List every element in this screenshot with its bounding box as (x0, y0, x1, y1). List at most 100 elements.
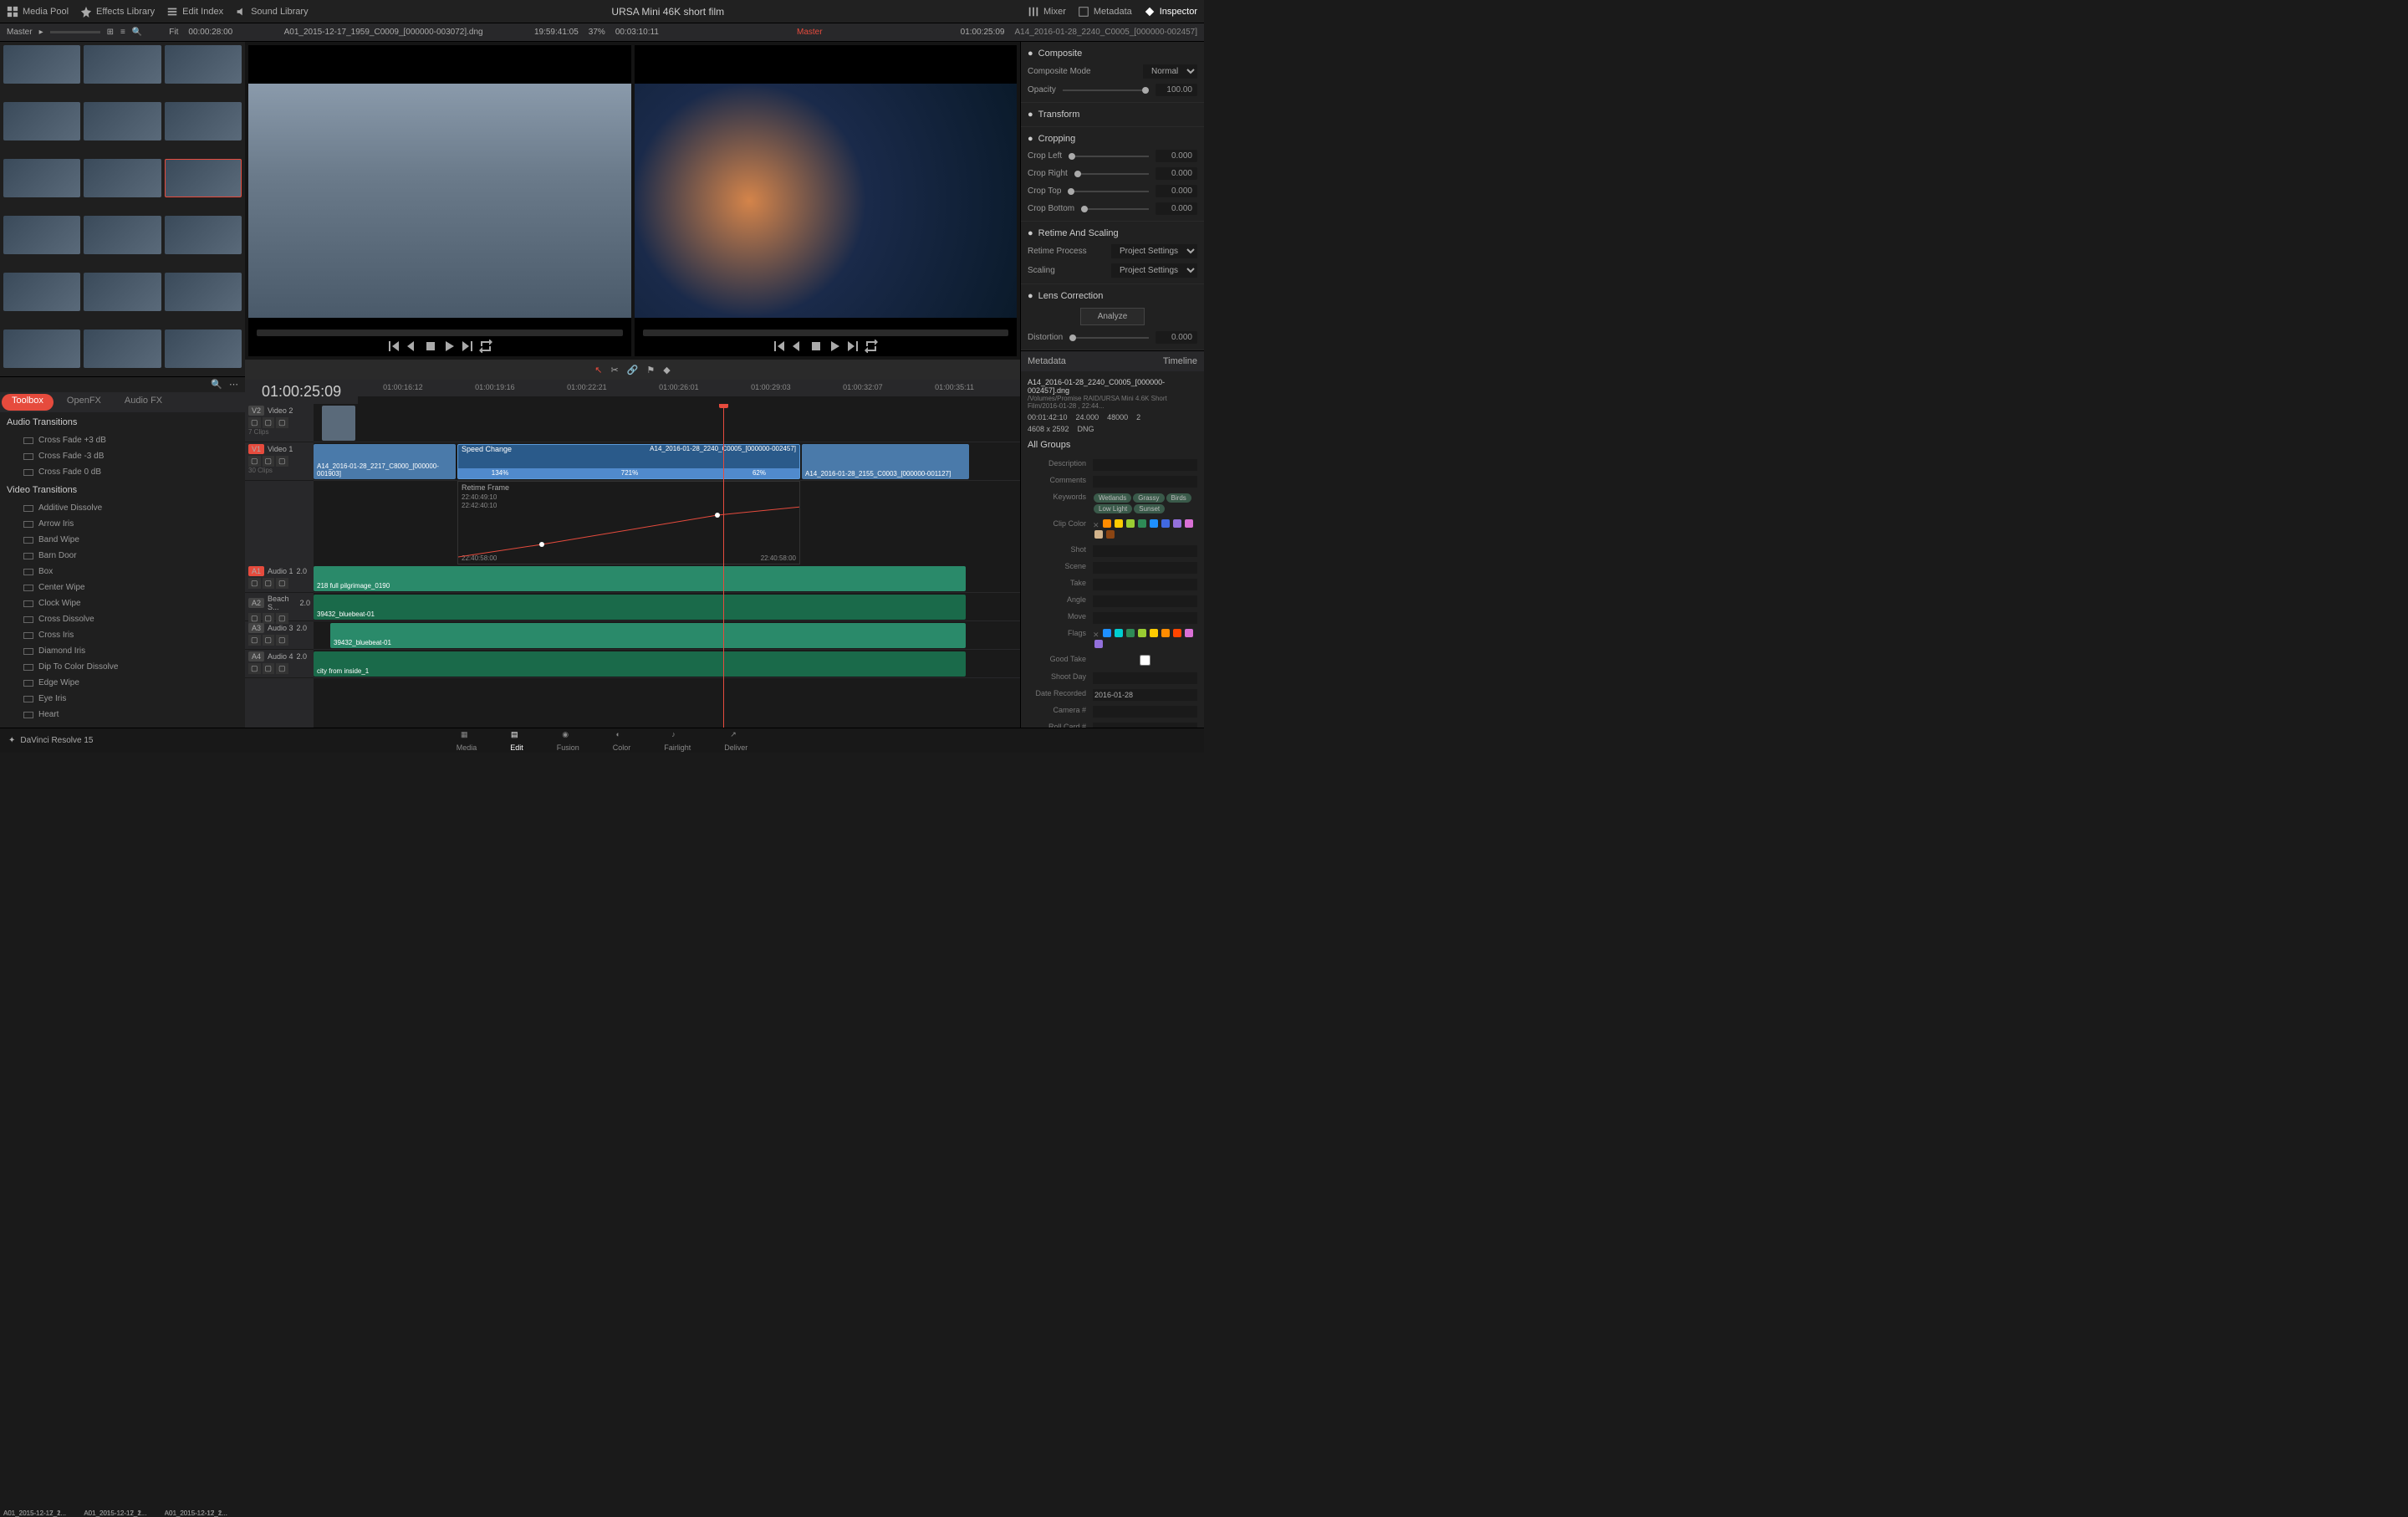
flag-swatch[interactable] (1150, 629, 1158, 637)
transition-item[interactable]: Diamond Iris (0, 643, 245, 659)
take-input[interactable] (1093, 579, 1197, 590)
src-next-icon[interactable] (461, 340, 474, 353)
crop-right-slider[interactable] (1074, 173, 1149, 175)
color-swatch[interactable] (1103, 519, 1111, 528)
page-color[interactable]: ◐Color (613, 730, 631, 752)
flag-swatch[interactable] (1094, 640, 1103, 648)
flag-swatch[interactable] (1185, 629, 1193, 637)
metadata-toggle[interactable]: Metadata (1078, 6, 1132, 18)
description-input[interactable] (1093, 459, 1197, 471)
track-a2[interactable]: 39432_bluebeat-01 (314, 593, 1020, 621)
flag-swatch[interactable] (1138, 629, 1146, 637)
transition-item[interactable]: Center Wipe (0, 580, 245, 595)
transition-item[interactable]: Additive Dissolve (0, 500, 245, 516)
retime-header[interactable]: ● Retime And Scaling (1028, 225, 1197, 242)
media-clip[interactable] (3, 273, 80, 311)
color-swatch[interactable] (1106, 530, 1115, 539)
clip-a4[interactable]: city from inside_1 (314, 651, 966, 677)
color-swatch[interactable] (1115, 519, 1123, 528)
scaling-select[interactable]: Project Settings (1111, 263, 1197, 278)
transition-item[interactable]: Dip To Color Dissolve (0, 659, 245, 675)
clip-a2[interactable]: 39432_bluebeat-01 (314, 595, 966, 620)
inspector-toggle[interactable]: Inspector (1144, 6, 1197, 18)
media-clip[interactable] (165, 216, 242, 254)
transition-item[interactable]: Cross Fade -3 dB (0, 448, 245, 464)
blade-tool-icon[interactable]: ✂ (610, 365, 618, 375)
track-header-a4[interactable]: A4 Audio 4 2.0▢▢▢ (245, 650, 314, 678)
distortion-slider[interactable] (1069, 337, 1149, 339)
sound-library-toggle[interactable]: Sound Library (235, 6, 309, 18)
fit-dropdown[interactable]: Fit (169, 28, 178, 37)
timeline-timecode[interactable]: 01:00:25:09 (245, 380, 358, 404)
color-swatch[interactable] (1150, 519, 1158, 528)
shootday-input[interactable] (1093, 672, 1197, 684)
page-fairlight[interactable]: ♪Fairlight (664, 730, 691, 752)
flag-swatch[interactable] (1103, 629, 1111, 637)
page-fusion[interactable]: ◉Fusion (557, 730, 579, 752)
track-header-v2[interactable]: V2 Video 2 ▢▢▢7 Clips (245, 404, 314, 442)
media-clip[interactable] (3, 329, 80, 368)
analyze-button[interactable]: Analyze (1080, 308, 1145, 325)
media-clip[interactable] (84, 273, 161, 311)
flag-swatch[interactable] (1115, 629, 1123, 637)
mixer-toggle[interactable]: Mixer (1028, 6, 1066, 18)
keyword-tag[interactable]: Sunset (1134, 504, 1165, 513)
clip-v1-3[interactable]: A14_2016-01-28_2155_C0003_[000000-001127… (802, 444, 969, 479)
color-swatch[interactable] (1161, 519, 1170, 528)
rec-step-back-icon[interactable] (791, 340, 804, 353)
timeline-ruler[interactable]: 01:00:16:1201:00:19:1601:00:22:2101:00:2… (358, 380, 1020, 396)
rec-play-icon[interactable] (828, 340, 841, 353)
media-clip[interactable] (84, 216, 161, 254)
lens-header[interactable]: ● Lens Correction (1028, 288, 1197, 304)
flag-swatch[interactable] (1126, 629, 1135, 637)
all-groups[interactable]: All Groups (1028, 440, 1197, 450)
rec-scrubber[interactable] (643, 329, 1009, 336)
media-clip[interactable] (84, 329, 161, 368)
fx-options-icon[interactable]: ⋯ (229, 379, 238, 391)
sort-icon[interactable]: ⊞ (107, 28, 114, 37)
source-viewer[interactable] (248, 45, 631, 356)
media-clip[interactable] (165, 329, 242, 368)
media-pool-toggle[interactable]: Media Pool (7, 6, 69, 18)
crop-left-slider[interactable] (1069, 156, 1149, 157)
transition-item[interactable]: Clock Wipe (0, 595, 245, 611)
media-clip[interactable] (165, 102, 242, 140)
track-header-a1[interactable]: A1 Audio 1 2.0▢▢▢ (245, 564, 314, 593)
link-tool-icon[interactable]: 🔗 (627, 365, 639, 375)
media-clip[interactable] (3, 216, 80, 254)
clip-a3[interactable]: 39432_bluebeat-01 (330, 623, 966, 648)
arrow-tool-icon[interactable]: ↖ (594, 365, 602, 375)
retime-curve[interactable]: Retime Frame 22:40:49:10 22:42:40:10 22:… (457, 481, 800, 564)
keyword-tag[interactable]: Grassy (1133, 493, 1164, 503)
crop-bottom-slider[interactable] (1081, 208, 1149, 210)
media-clip[interactable] (84, 159, 161, 197)
cropping-header[interactable]: ● Cropping (1028, 130, 1197, 147)
src-prev-icon[interactable] (387, 340, 400, 353)
edit-index-toggle[interactable]: Edit Index (166, 6, 223, 18)
color-swatch[interactable] (1185, 519, 1193, 528)
transition-item[interactable]: Cross Iris (0, 627, 245, 643)
src-stop-icon[interactable] (424, 340, 437, 353)
track-a3[interactable]: 39432_bluebeat-01 (314, 621, 1020, 650)
clip-a1[interactable]: 218 full pilgrimage_0190 (314, 566, 966, 591)
page-deliver[interactable]: ↗Deliver (724, 730, 747, 752)
tab-openfx[interactable]: OpenFX (55, 392, 113, 412)
angle-input[interactable] (1093, 595, 1197, 607)
tab-toolbox[interactable]: Toolbox (2, 394, 54, 411)
bin-dropdown[interactable]: Master (7, 28, 33, 37)
track-header-v1[interactable]: V1 Video 1 ▢▢▢30 Clips (245, 442, 314, 481)
color-swatch[interactable] (1138, 519, 1146, 528)
opacity-value[interactable]: 100.00 (1156, 84, 1197, 96)
timeline-dropdown[interactable]: Master (797, 28, 823, 37)
crop-top-slider[interactable] (1068, 191, 1149, 192)
track-header-a3[interactable]: A3 Audio 3 2.0▢▢▢ (245, 621, 314, 650)
timeline-viewer[interactable] (635, 45, 1018, 356)
search-icon[interactable]: 🔍 (132, 28, 142, 37)
list-icon[interactable]: ≡ (120, 28, 125, 37)
composite-mode-select[interactable]: Normal (1143, 64, 1197, 79)
composite-header[interactable]: ● Composite (1028, 45, 1197, 62)
color-swatch[interactable] (1126, 519, 1135, 528)
media-clip[interactable] (84, 102, 161, 140)
shot-input[interactable] (1093, 545, 1197, 557)
fx-search-icon[interactable]: 🔍 (211, 379, 222, 391)
